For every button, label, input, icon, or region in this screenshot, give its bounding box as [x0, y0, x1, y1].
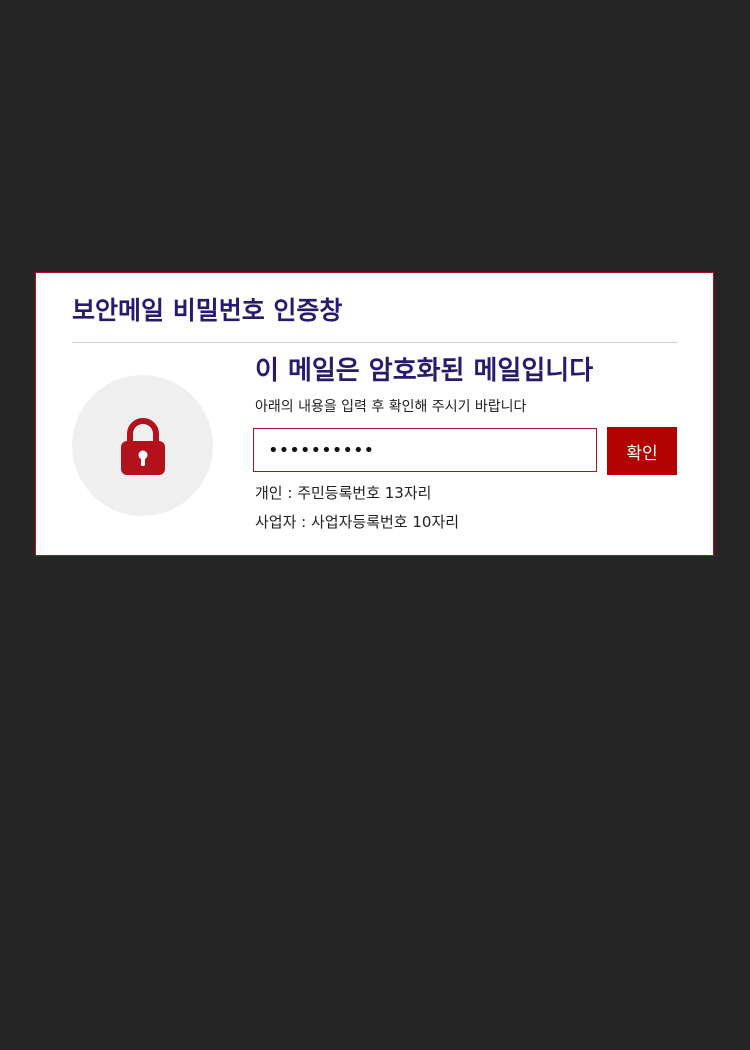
instruction-text: 아래의 내용을 입력 후 확인해 주시기 바랍니다 [255, 399, 527, 415]
password-input[interactable] [253, 428, 597, 472]
password-dialog: 보안메일 비밀번호 인증창 이 메일은 암호화된 메일입니다 아래의 내용을 입… [35, 272, 714, 556]
lock-badge [72, 375, 213, 516]
lock-icon [121, 418, 165, 475]
hint-personal: 개인 : 주민등록번호 13자리 [255, 484, 432, 502]
encrypted-mail-headline: 이 메일은 암호화된 메일입니다 [255, 356, 594, 386]
dialog-title: 보안메일 비밀번호 인증창 [72, 296, 343, 325]
title-divider [72, 342, 678, 343]
confirm-button[interactable]: 확인 [607, 427, 677, 475]
hint-business: 사업자 : 사업자등록번호 10자리 [255, 513, 460, 531]
